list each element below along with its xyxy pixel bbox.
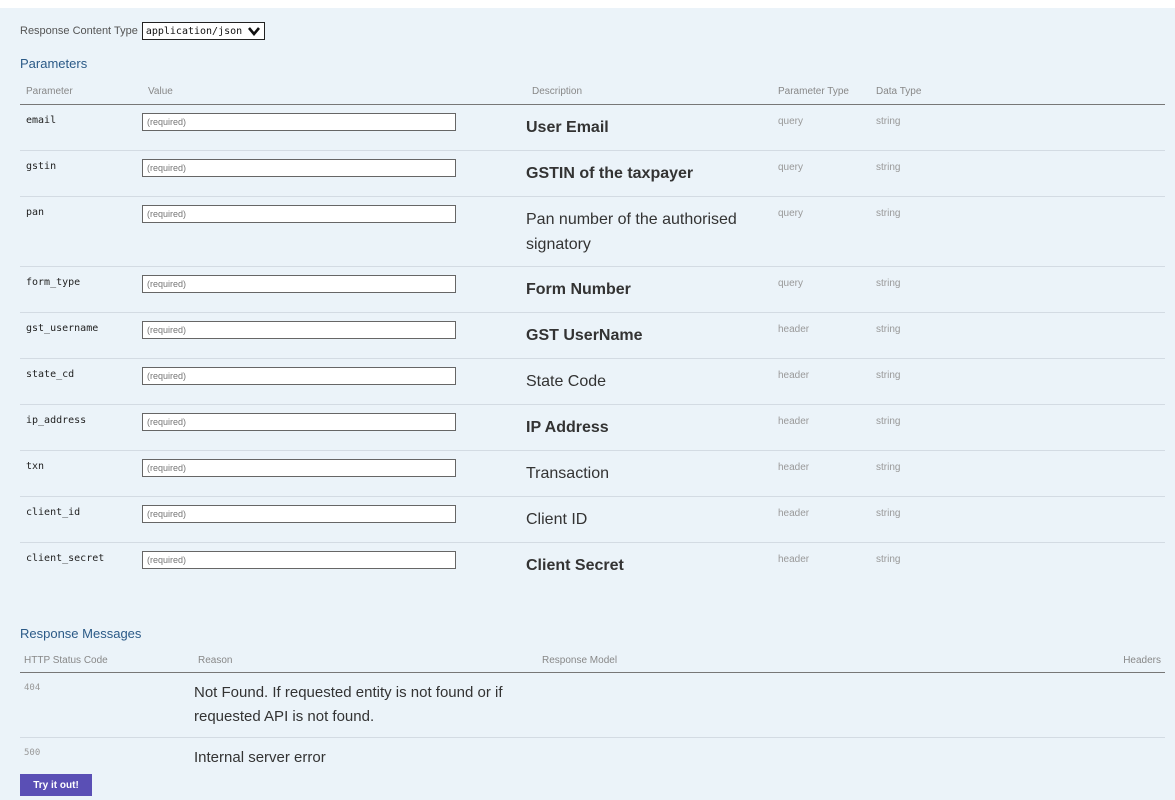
parameter-description: Transaction	[526, 450, 772, 497]
parameter-name: client_id	[20, 496, 142, 543]
parameter-name: form_type	[20, 266, 142, 313]
response-header-row: HTTP Status Code Reason Response Model H…	[20, 650, 1165, 673]
parameters-header-row: Parameter Value Description Parameter Ty…	[20, 80, 1165, 105]
response-content-type-value: application/json	[145, 25, 243, 37]
parameter-type: header	[772, 496, 870, 543]
try-it-out-button[interactable]: Try it out!	[20, 774, 92, 796]
parameter-name: email	[20, 104, 142, 151]
col-headers: Headers	[1045, 650, 1165, 673]
parameter-description: Client ID	[526, 496, 772, 543]
parameter-row-ip-address: ip_address IP Address header string	[20, 404, 1165, 451]
col-value: Value	[142, 80, 526, 105]
parameter-description: GSTIN of the taxpayer	[526, 150, 772, 197]
data-type: string	[870, 104, 1165, 151]
parameter-row-txn: txn Transaction header string	[20, 450, 1165, 497]
response-messages-title: Response Messages	[20, 626, 142, 641]
parameter-name: gstin	[20, 150, 142, 197]
col-parameter: Parameter	[20, 80, 142, 105]
status-reason: Internal server error	[194, 749, 326, 766]
form-type-input[interactable]	[142, 275, 456, 293]
col-description: Description	[526, 80, 772, 105]
col-parameter-type: Parameter Type	[772, 80, 870, 105]
col-http-status-code: HTTP Status Code	[20, 650, 194, 673]
response-row-404: 404 Not Found. If requested entity is no…	[20, 672, 1165, 738]
data-type: string	[870, 496, 1165, 543]
parameter-name: client_secret	[26, 553, 105, 564]
status-code: 404	[20, 672, 194, 738]
parameter-row-client-secret: client_secret Client Secret header strin…	[20, 543, 1165, 589]
client-id-input[interactable]	[142, 505, 456, 523]
col-response-model: Response Model	[538, 650, 1045, 673]
parameters-table: Parameter Value Description Parameter Ty…	[20, 80, 1165, 589]
response-messages-table: HTTP Status Code Reason Response Model H…	[20, 650, 1165, 778]
pan-input[interactable]	[142, 205, 456, 223]
parameter-description: GST UserName	[526, 312, 772, 359]
parameter-description: User Email	[526, 104, 772, 151]
parameter-name: gst_username	[20, 312, 142, 359]
parameter-type: header	[772, 450, 870, 497]
data-type: string	[870, 358, 1165, 405]
response-content-type: Response Content Type application/json	[20, 22, 266, 40]
operation-panel: Response Content Type application/json P…	[0, 0, 1175, 800]
parameter-type: header	[772, 312, 870, 359]
parameter-description: Form Number	[526, 266, 772, 313]
parameter-description: Client Secret	[526, 557, 624, 574]
parameter-description: Pan number of the authorised signatory	[526, 196, 772, 267]
client-secret-input[interactable]	[142, 551, 456, 569]
parameter-type: query	[772, 104, 870, 151]
data-type: string	[870, 312, 1165, 359]
ip-address-input[interactable]	[142, 413, 456, 431]
parameter-row-email: email User Email query string	[20, 104, 1165, 151]
response-row-500: 500 Internal server error	[20, 738, 1165, 779]
parameter-type: query	[772, 196, 870, 267]
chevron-down-icon	[248, 27, 261, 36]
parameter-type: header	[772, 358, 870, 405]
parameter-description: IP Address	[526, 404, 772, 451]
gst-username-input[interactable]	[142, 321, 456, 339]
parameter-name: ip_address	[20, 404, 142, 451]
data-type: string	[870, 404, 1165, 451]
top-strip	[0, 0, 1175, 8]
data-type: string	[870, 150, 1165, 197]
col-data-type: Data Type	[870, 80, 1165, 105]
status-code: 500	[24, 748, 41, 758]
txn-input[interactable]	[142, 459, 456, 477]
parameter-row-client-id: client_id Client ID header string	[20, 496, 1165, 543]
state-cd-input[interactable]	[142, 367, 456, 385]
parameter-type: query	[772, 266, 870, 313]
col-reason: Reason	[194, 650, 538, 673]
data-type: string	[876, 554, 901, 565]
data-type: string	[870, 450, 1165, 497]
parameters-title: Parameters	[20, 56, 88, 71]
parameter-row-state-cd: state_cd State Code header string	[20, 358, 1165, 405]
parameter-name: state_cd	[20, 358, 142, 405]
parameter-name: pan	[20, 196, 142, 267]
response-content-type-select[interactable]: application/json	[141, 22, 266, 40]
parameter-description: State Code	[526, 358, 772, 405]
data-type: string	[870, 196, 1165, 267]
parameter-type: header	[772, 404, 870, 451]
parameter-name: txn	[20, 450, 142, 497]
parameter-row-gst-username: gst_username GST UserName header string	[20, 312, 1165, 359]
parameter-row-form-type: form_type Form Number query string	[20, 266, 1165, 313]
response-content-type-label: Response Content Type	[20, 25, 138, 37]
gstin-input[interactable]	[142, 159, 456, 177]
parameter-type: header	[778, 554, 810, 565]
status-reason: Not Found. If requested entity is not fo…	[194, 672, 538, 738]
data-type: string	[870, 266, 1165, 313]
email-input[interactable]	[142, 113, 456, 131]
parameter-type: query	[772, 150, 870, 197]
parameter-row-gstin: gstin GSTIN of the taxpayer query string	[20, 150, 1165, 197]
parameter-row-pan: pan Pan number of the authorised signato…	[20, 196, 1165, 267]
